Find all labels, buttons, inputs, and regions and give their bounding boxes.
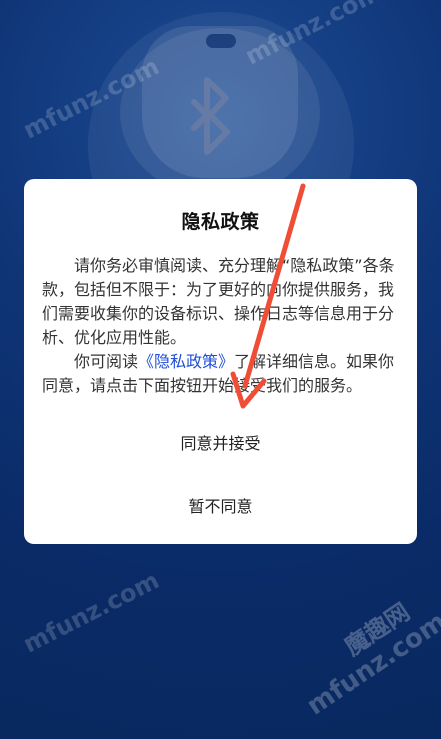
privacy-text-body: 请你务必审慎阅读、充分理解“隐私政策”各条款，包括但不限于：为了更好的向你提供服…: [42, 254, 399, 398]
privacy-paragraph-2-prefix: 你可阅读: [74, 352, 139, 371]
accept-button[interactable]: 同意并接受: [24, 430, 417, 454]
dialog-title: 隐私政策: [181, 211, 260, 233]
privacy-paragraph-1: 请你务必审慎阅读、充分理解“隐私政策”各条款，包括但不限于：为了更好的向你提供服…: [42, 254, 399, 350]
privacy-paragraph-2: 你可阅读《隐私政策》了解详细信息。如果你同意，请点击下面按钮开始接受我们的服务。: [42, 350, 399, 398]
privacy-policy-link[interactable]: 《隐私政策》: [138, 352, 234, 371]
privacy-dialog: 隐私政策 请你务必审慎阅读、充分理解“隐私政策”各条款，包括但不限于：为了更好的…: [24, 179, 417, 544]
dialog-overlay: 隐私政策 请你务必审慎阅读、充分理解“隐私政策”各条款，包括但不限于：为了更好的…: [0, 0, 441, 739]
decline-button[interactable]: 暂不同意: [24, 493, 417, 517]
privacy-paragraph-1-text: 请你务必审慎阅读、充分理解“隐私政策”各条款，包括但不限于：为了更好的向你提供服…: [42, 256, 395, 347]
